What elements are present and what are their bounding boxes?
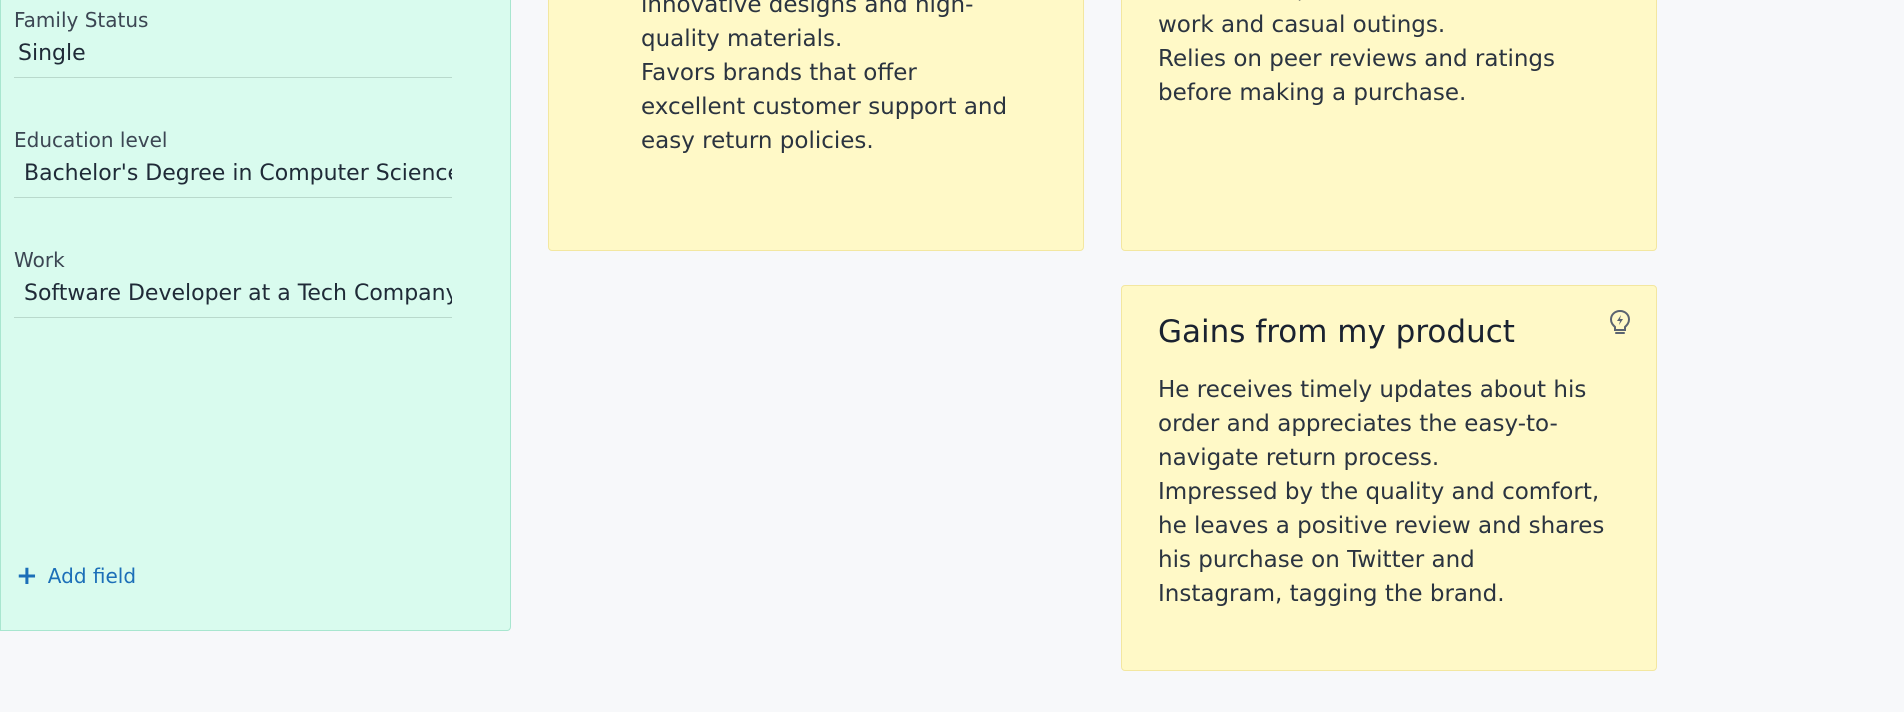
add-field-label: Add field: [47, 564, 137, 588]
add-field-button[interactable]: + Add field: [16, 563, 136, 589]
work-input[interactable]: Software Developer at a Tech Company: [14, 281, 452, 318]
field-label: Work: [14, 248, 65, 272]
text-line: Favors brands that offer: [641, 60, 917, 86]
field-education-level: Education level Bachelor's Degree in Com…: [14, 128, 452, 198]
text-line: order and appreciates the easy-to-: [1158, 411, 1558, 437]
card-right-top[interactable]: comfortable, and suitable for both work …: [1121, 0, 1657, 251]
text-line: he leaves a positive review and shares: [1158, 513, 1605, 539]
text-line: Instagram, tagging the brand.: [1158, 581, 1505, 607]
text-line: his purchase on Twitter and: [1158, 547, 1475, 573]
lightbulb-icon[interactable]: [1608, 309, 1632, 341]
card-left-text: innovative designs and high- quality mat…: [641, 0, 1007, 158]
text-line: comfortable, and suitable for both: [1158, 0, 1555, 8]
field-family-status: Family Status Single: [14, 8, 452, 78]
persona-details-panel: Family Status Single Education level Bac…: [0, 0, 511, 631]
text-line: He receives timely updates about his: [1158, 377, 1587, 403]
plus-icon: +: [16, 561, 38, 591]
field-label: Family Status: [14, 8, 149, 32]
card-title: Gains from my product: [1158, 314, 1515, 350]
card-right-top-text: comfortable, and suitable for both work …: [1158, 0, 1555, 110]
card-gains-from-product[interactable]: Gains from my product He receives timely…: [1121, 285, 1657, 671]
card-left[interactable]: innovative designs and high- quality mat…: [548, 0, 1084, 251]
text-line: work and casual outings.: [1158, 12, 1446, 38]
text-line: Impressed by the quality and comfort,: [1158, 479, 1600, 505]
text-line: before making a purchase.: [1158, 80, 1467, 106]
family-status-input[interactable]: Single: [14, 41, 452, 78]
text-line: Relies on peer reviews and ratings: [1158, 46, 1556, 72]
field-work: Work Software Developer at a Tech Compan…: [14, 248, 452, 318]
field-label: Education level: [14, 128, 168, 152]
text-line: innovative designs and high-: [641, 0, 974, 18]
text-line: quality materials.: [641, 26, 843, 52]
text-line: navigate return process.: [1158, 445, 1440, 471]
text-line: easy return policies.: [641, 128, 874, 154]
education-level-input[interactable]: Bachelor's Degree in Computer Science: [14, 161, 452, 198]
card-gains-text: He receives timely updates about his ord…: [1158, 373, 1604, 611]
text-line: excellent customer support and: [641, 94, 1008, 120]
